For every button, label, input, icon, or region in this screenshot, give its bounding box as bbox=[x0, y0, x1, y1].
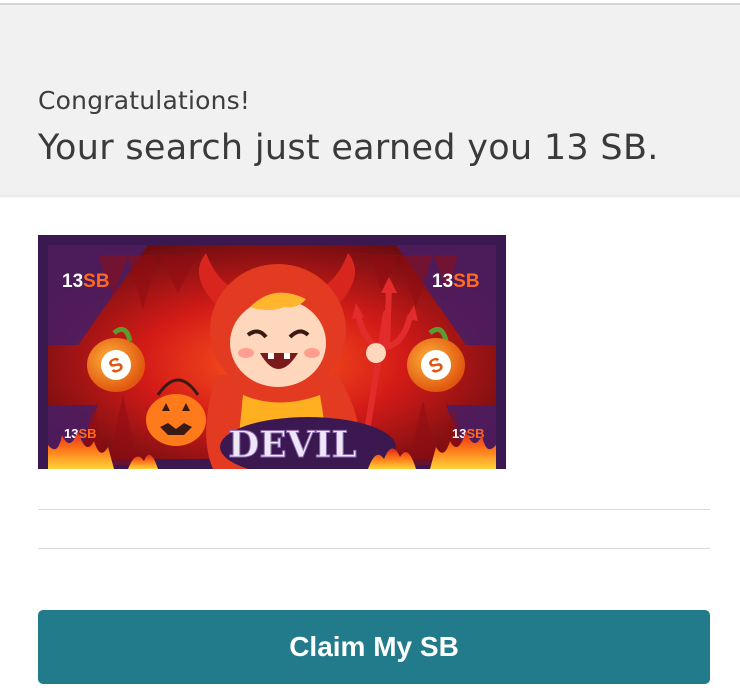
corner-label-top-left: 13SB bbox=[62, 271, 110, 292]
claim-sb-button[interactable]: Claim My SB bbox=[38, 610, 710, 684]
corner-label-top-right: 13SB bbox=[432, 271, 480, 292]
header-shadow bbox=[0, 195, 740, 199]
banner-title: DEVIL bbox=[228, 424, 357, 466]
divider-line bbox=[38, 509, 710, 510]
congratulations-text: Congratulations! bbox=[38, 86, 251, 115]
devil-promo-banner: 13SB 13SB 13SB 13SB S S DEVIL bbox=[38, 235, 506, 469]
divider-line bbox=[38, 548, 710, 549]
earned-message: Your search just earned you 13 SB. bbox=[38, 128, 659, 168]
